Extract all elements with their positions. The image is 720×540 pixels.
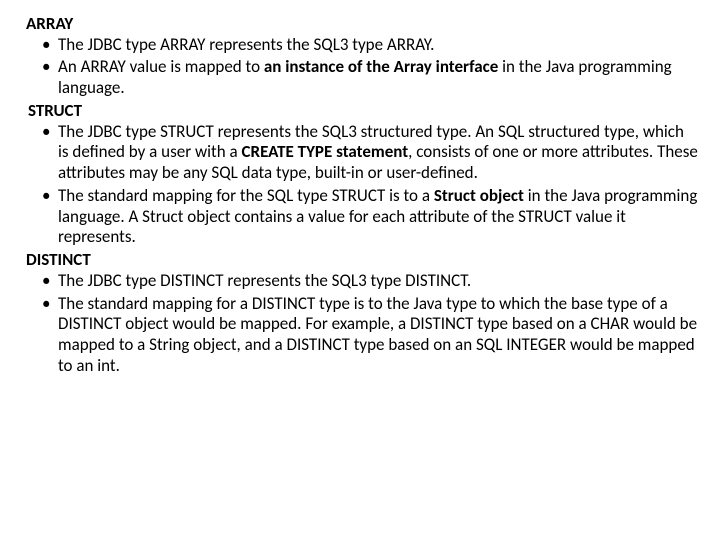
bullet-bold: Struct object <box>434 185 524 206</box>
list-item: An ARRAY value is mapped to an instance … <box>44 57 698 98</box>
bullet-text: The standard mapping for the SQL type ST… <box>58 185 434 206</box>
list-item: The JDBC type ARRAY represents the SQL3 … <box>44 35 698 56</box>
bullet-text: The JDBC type ARRAY represents the SQL3 … <box>58 34 434 55</box>
list-item: The standard mapping for a DISTINCT type… <box>44 294 698 377</box>
heading-array: ARRAY <box>26 14 698 35</box>
bullet-bold: CREATE TYPE statement <box>242 141 409 162</box>
bullet-text: An ARRAY value is mapped to <box>58 56 264 77</box>
bullet-text: The standard mapping for a DISTINCT type… <box>58 293 697 376</box>
struct-bullets: The JDBC type STRUCT represents the SQL3… <box>20 122 698 248</box>
heading-struct: STRUCT <box>28 101 698 122</box>
list-item: The JDBC type STRUCT represents the SQL3… <box>44 122 698 184</box>
heading-distinct: DISTINCT <box>26 250 698 271</box>
distinct-bullets: The JDBC type DISTINCT represents the SQ… <box>20 271 698 377</box>
array-bullets: The JDBC type ARRAY represents the SQL3 … <box>20 35 698 99</box>
bullet-bold: an instance of the Array interface <box>264 56 498 77</box>
slide-body: ARRAY The JDBC type ARRAY represents the… <box>0 0 720 392</box>
list-item: The standard mapping for the SQL type ST… <box>44 186 698 248</box>
bullet-text: The JDBC type DISTINCT represents the SQ… <box>58 270 471 291</box>
list-item: The JDBC type DISTINCT represents the SQ… <box>44 271 698 292</box>
